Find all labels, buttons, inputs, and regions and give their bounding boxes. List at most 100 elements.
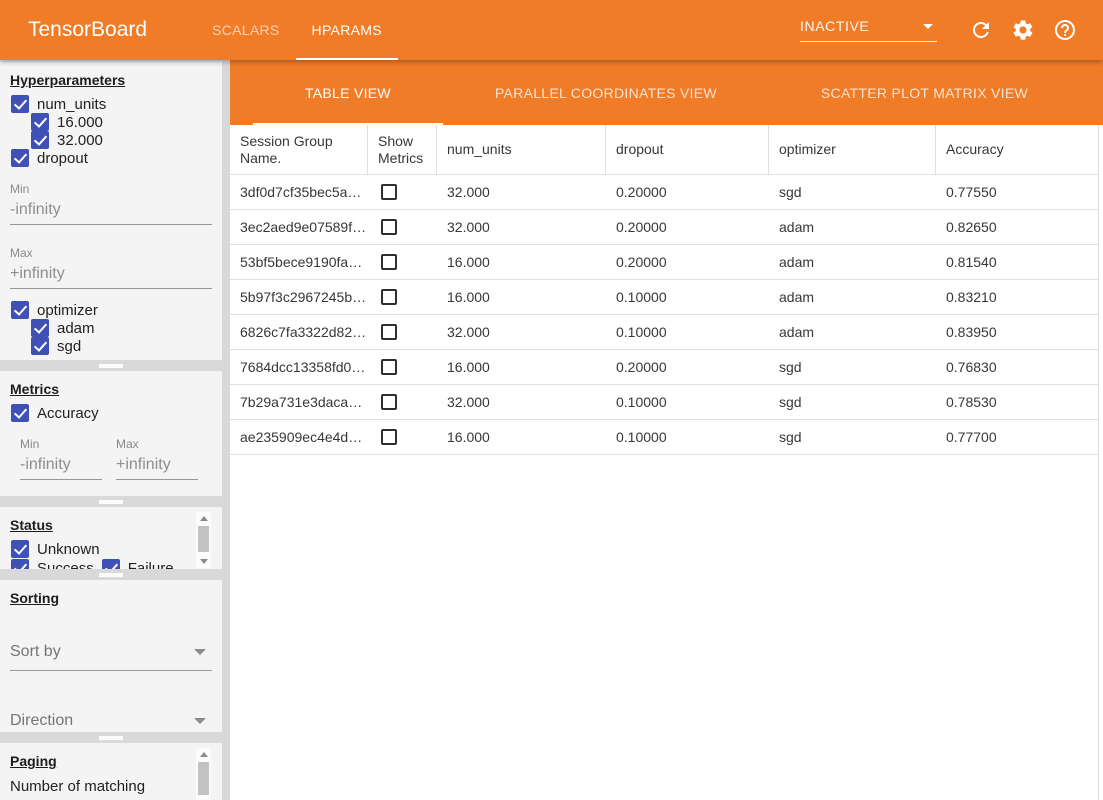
status-failure[interactable]: Failure	[102, 559, 174, 569]
view-tabs: TABLE VIEW PARALLEL COORDINATES VIEW SCA…	[230, 60, 1103, 125]
status-label: Success	[37, 560, 94, 570]
checkbox-checked-icon[interactable]	[11, 404, 29, 422]
hparam-optimizer[interactable]: optimizer	[11, 301, 222, 319]
top-toolbar: TensorBoard SCALARS HPARAMS INACTIVE	[0, 0, 1103, 60]
scrollbar-thumb[interactable]	[198, 762, 209, 795]
tab-hparams[interactable]: HPARAMS	[296, 0, 398, 60]
min-input[interactable]: -infinity	[10, 196, 212, 225]
max-input[interactable]: +infinity	[10, 260, 212, 289]
hparam-value-adam[interactable]: adam	[31, 319, 222, 337]
hparam-num-units[interactable]: num_units	[11, 95, 222, 113]
table-row: 53bf5bece9190fa… 16.000 0.20000 adam 0.8…	[230, 245, 1098, 280]
chevron-down-icon	[923, 24, 933, 29]
checkbox-checked-icon[interactable]	[31, 319, 49, 337]
col-header-show-metrics[interactable]: Show Metrics	[368, 125, 437, 174]
optimizer-value: adam	[769, 210, 936, 244]
metric-range-fields: Min -infinity Max +infinity	[20, 437, 222, 480]
hyperparameters-panel: Hyperparameters num_units 16.000 32.000 …	[0, 62, 222, 360]
metrics-heading: Metrics	[10, 381, 212, 397]
max-input[interactable]: +infinity	[116, 451, 198, 480]
hparams-sidebar: Hyperparameters num_units 16.000 32.000 …	[0, 60, 222, 800]
paging-scrollbar[interactable]	[196, 748, 211, 800]
show-metrics-checkbox[interactable]	[381, 429, 397, 445]
dropout-value: 0.10000	[606, 420, 769, 454]
refresh-icon[interactable]	[969, 18, 993, 42]
show-metrics-checkbox[interactable]	[381, 324, 397, 340]
status-scrollbar[interactable]	[196, 512, 211, 568]
tab-parallel-coordinates-view[interactable]: PARALLEL COORDINATES VIEW	[443, 60, 769, 125]
checkbox-checked-icon[interactable]	[31, 113, 49, 131]
num-units-value: 16.000	[437, 280, 606, 314]
tab-scalars[interactable]: SCALARS	[196, 0, 295, 60]
col-header-session-group-name[interactable]: Session Group Name.	[230, 125, 368, 174]
checkbox-checked-icon[interactable]	[11, 95, 29, 113]
panel-resize-divider[interactable]	[0, 360, 222, 371]
hparam-dropout[interactable]: dropout	[11, 149, 222, 167]
hparam-value-16[interactable]: 16.000	[31, 113, 222, 131]
num-units-value: 16.000	[437, 350, 606, 384]
show-metrics-checkbox[interactable]	[381, 254, 397, 270]
panel-resize-divider[interactable]	[0, 496, 222, 507]
show-metrics-checkbox[interactable]	[381, 359, 397, 375]
accuracy-value: 0.77700	[936, 420, 1098, 454]
table-row: 5b97f3c2967245b… 16.000 0.10000 adam 0.8…	[230, 280, 1098, 315]
col-header-optimizer[interactable]: optimizer	[769, 125, 936, 174]
accuracy-value: 0.83950	[936, 315, 1098, 349]
show-metrics-checkbox[interactable]	[381, 289, 397, 305]
table-row: 3df0d7cf35bec5a… 32.000 0.20000 sgd 0.77…	[230, 175, 1098, 210]
checkbox-checked-icon[interactable]	[102, 559, 120, 569]
num-units-value: 16.000	[437, 245, 606, 279]
metric-min-field: Min -infinity	[20, 437, 102, 480]
direction-select[interactable]: Direction	[10, 712, 212, 732]
col-header-accuracy[interactable]: Accuracy	[936, 125, 1098, 174]
settings-gear-icon[interactable]	[1011, 18, 1035, 42]
optimizer-value: sgd	[769, 385, 936, 419]
hparam-value-32[interactable]: 32.000	[31, 131, 222, 149]
scroll-down-icon[interactable]	[200, 559, 208, 564]
dropout-value: 0.20000	[606, 245, 769, 279]
show-metrics-checkbox[interactable]	[381, 394, 397, 410]
accuracy-value: 0.82650	[936, 210, 1098, 244]
status-success[interactable]: Success	[11, 559, 94, 569]
reload-interval-select[interactable]: INACTIVE	[800, 18, 937, 42]
help-icon[interactable]	[1053, 18, 1077, 42]
checkbox-checked-icon[interactable]	[31, 131, 49, 149]
tab-table-view[interactable]: TABLE VIEW	[253, 60, 443, 125]
toolbar-right-controls: INACTIVE	[800, 0, 1077, 60]
page-body: Hyperparameters num_units 16.000 32.000 …	[0, 60, 1103, 800]
accuracy-value: 0.83210	[936, 280, 1098, 314]
scroll-up-icon[interactable]	[200, 752, 208, 757]
tab-scatter-plot-matrix-view[interactable]: SCATTER PLOT MATRIX VIEW	[769, 60, 1080, 125]
dropout-value: 0.10000	[606, 385, 769, 419]
checkbox-checked-icon[interactable]	[11, 540, 29, 558]
min-label: Min	[20, 437, 102, 451]
panel-resize-divider[interactable]	[0, 569, 222, 580]
show-metrics-checkbox[interactable]	[381, 219, 397, 235]
dropout-value: 0.20000	[606, 350, 769, 384]
sort-by-select[interactable]: Sort by	[10, 643, 212, 671]
min-input[interactable]: -infinity	[20, 451, 102, 480]
status-unknown[interactable]: Unknown	[11, 540, 100, 558]
num-units-value: 32.000	[437, 385, 606, 419]
scrollbar-thumb[interactable]	[198, 526, 209, 552]
panel-resize-divider[interactable]	[0, 732, 222, 743]
col-header-dropout[interactable]: dropout	[606, 125, 769, 174]
hparam-value-sgd[interactable]: sgd	[31, 337, 222, 355]
col-header-num-units[interactable]: num_units	[437, 125, 606, 174]
table-row: 6826c7fa3322d82… 32.000 0.10000 adam 0.8…	[230, 315, 1098, 350]
accuracy-value: 0.78530	[936, 385, 1098, 419]
scroll-up-icon[interactable]	[200, 516, 208, 521]
metric-accuracy[interactable]: Accuracy	[11, 404, 222, 422]
metric-max-field: Max +infinity	[116, 437, 198, 480]
checkbox-checked-icon[interactable]	[11, 559, 29, 569]
session-group-name: 6826c7fa3322d82…	[230, 315, 368, 349]
checkbox-checked-icon[interactable]	[31, 337, 49, 355]
num-units-value: 32.000	[437, 315, 606, 349]
drag-handle	[99, 736, 123, 740]
show-metrics-checkbox[interactable]	[381, 184, 397, 200]
optimizer-value: adam	[769, 280, 936, 314]
checkbox-checked-icon[interactable]	[11, 149, 29, 167]
checkbox-checked-icon[interactable]	[11, 301, 29, 319]
accuracy-value: 0.77550	[936, 175, 1098, 209]
hparam-value-label: sgd	[57, 338, 81, 355]
